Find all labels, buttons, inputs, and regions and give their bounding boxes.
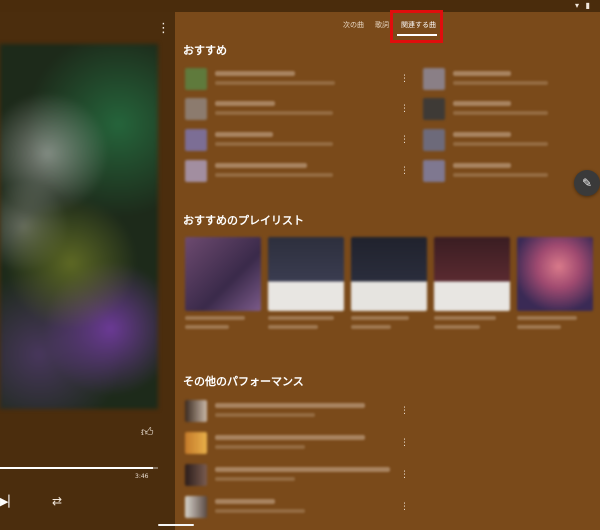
more-vert-icon[interactable]: ⋮	[400, 468, 409, 482]
song-thumbnail	[185, 68, 207, 90]
tab-lyrics[interactable]: 歌詞	[375, 18, 389, 32]
song-title-blurred	[215, 71, 295, 76]
song-title-blurred	[215, 499, 275, 504]
song-title-blurred	[215, 403, 365, 408]
duration-label: 3:46	[135, 473, 149, 480]
playlist-cover	[185, 237, 261, 311]
song-thumbnail	[423, 68, 445, 90]
song-title-blurred	[215, 101, 275, 106]
song-row[interactable]: ⋮	[185, 127, 410, 153]
song-subtitle-blurred	[453, 81, 548, 85]
progress-fill	[0, 467, 154, 469]
skip-previous-icon[interactable]: ▶▏	[0, 495, 17, 509]
song-subtitle-blurred	[215, 477, 295, 481]
playlist-title-blurred	[268, 316, 334, 320]
song-title-blurred	[215, 132, 273, 137]
song-row[interactable]: ⋮	[185, 462, 410, 488]
more-vert-icon[interactable]: ⋮	[400, 404, 409, 418]
song-subtitle-blurred	[453, 111, 548, 115]
song-subtitle-blurred	[215, 142, 333, 146]
song-thumbnail	[185, 129, 207, 151]
playlist-title-blurred	[185, 316, 245, 320]
song-thumbnail	[185, 98, 207, 120]
song-title-blurred	[215, 467, 390, 472]
song-subtitle-blurred	[453, 142, 548, 146]
progress-bar[interactable]	[0, 467, 158, 469]
song-title-blurred	[453, 163, 511, 168]
section-title-performances: その他のパフォーマンス	[183, 375, 304, 388]
song-row[interactable]	[423, 158, 593, 184]
playlist-subtitle-blurred	[434, 325, 480, 329]
playlist-cover	[268, 237, 344, 311]
playlist-card[interactable]	[268, 237, 344, 329]
song-title-blurred	[215, 163, 307, 168]
more-vert-icon[interactable]: ⋮	[400, 102, 409, 116]
pencil-icon[interactable]: ✎	[574, 170, 600, 196]
song-row[interactable]: ⋮	[185, 430, 410, 456]
song-title-blurred	[453, 132, 511, 137]
status-bar: ▾ ▮	[0, 0, 600, 12]
more-vert-icon[interactable]: ⋮	[400, 500, 409, 514]
more-vert-icon[interactable]: ⋮	[400, 164, 409, 178]
section-title-playlists: おすすめのプレイリスト	[183, 214, 304, 227]
more-vert-icon[interactable]: ⋮	[400, 436, 409, 450]
song-thumbnail	[423, 129, 445, 151]
song-title-blurred	[453, 71, 511, 76]
song-thumbnail	[185, 160, 207, 182]
song-subtitle-blurred	[215, 413, 315, 417]
song-subtitle-blurred	[215, 81, 335, 85]
more-vert-icon[interactable]: ⋮	[400, 72, 409, 86]
song-subtitle-blurred	[215, 509, 305, 513]
thumb-up-icon[interactable]: 👍︎	[141, 425, 155, 439]
playlist-title-blurred	[517, 316, 577, 320]
song-subtitle-blurred	[215, 111, 333, 115]
playlist-card[interactable]	[517, 237, 593, 329]
song-row[interactable]: ⋮	[185, 66, 410, 92]
playlist-cover	[351, 237, 427, 311]
home-indicator[interactable]	[158, 524, 194, 526]
playlist-cover	[517, 237, 593, 311]
playlist-title-blurred	[351, 316, 409, 320]
tab-bar: 次の曲 歌詞 関連する曲	[175, 10, 600, 43]
playlist-card[interactable]	[434, 237, 510, 329]
song-thumbnail	[185, 464, 207, 486]
song-row[interactable]: ⋮	[185, 158, 410, 184]
more-vert-icon[interactable]: ⋮	[400, 133, 409, 147]
song-row[interactable]	[423, 127, 593, 153]
section-title-recommended: おすすめ	[183, 44, 227, 57]
song-subtitle-blurred	[453, 173, 548, 177]
tab-up-next[interactable]: 次の曲	[343, 18, 364, 32]
song-thumbnail	[185, 432, 207, 454]
repeat-icon[interactable]: ⇄	[52, 494, 66, 508]
playlist-subtitle-blurred	[351, 325, 391, 329]
song-row[interactable]: ⋮	[185, 494, 410, 520]
playlist-subtitle-blurred	[517, 325, 561, 329]
more-vert-icon[interactable]: ⋮	[157, 22, 170, 36]
playlist-card[interactable]	[351, 237, 427, 329]
app-frame: ▾ ▮ ⋮ 👍︎ 3:46 ▶▏ ⇄ 次の曲 歌詞 関連する曲 おすすめ ⋮ ⋮…	[0, 0, 600, 530]
highlight-annotation	[390, 10, 443, 43]
playlist-subtitle-blurred	[185, 325, 229, 329]
song-thumbnail	[423, 98, 445, 120]
song-title-blurred	[215, 435, 365, 440]
wifi-battery-icon: ▾ ▮	[575, 1, 592, 10]
album-art	[0, 44, 158, 409]
song-title-blurred	[453, 101, 511, 106]
playlist-card[interactable]	[185, 237, 261, 329]
song-row[interactable]: ⋮	[185, 398, 410, 424]
song-row[interactable]	[423, 96, 593, 122]
song-thumbnail	[185, 496, 207, 518]
song-subtitle-blurred	[215, 173, 333, 177]
song-thumbnail	[185, 400, 207, 422]
song-thumbnail	[423, 160, 445, 182]
related-panel: 次の曲 歌詞 関連する曲 おすすめ ⋮ ⋮ ⋮ ⋮ ✎ おすすめのプレイリスト …	[175, 10, 600, 530]
now-playing-panel: ⋮ 👍︎ 3:46 ▶▏ ⇄	[0, 12, 175, 530]
playlist-cover	[434, 237, 510, 311]
song-row[interactable]: ⋮	[185, 96, 410, 122]
playlist-title-blurred	[434, 316, 496, 320]
song-row[interactable]	[423, 66, 593, 92]
playlist-subtitle-blurred	[268, 325, 318, 329]
song-subtitle-blurred	[215, 445, 305, 449]
